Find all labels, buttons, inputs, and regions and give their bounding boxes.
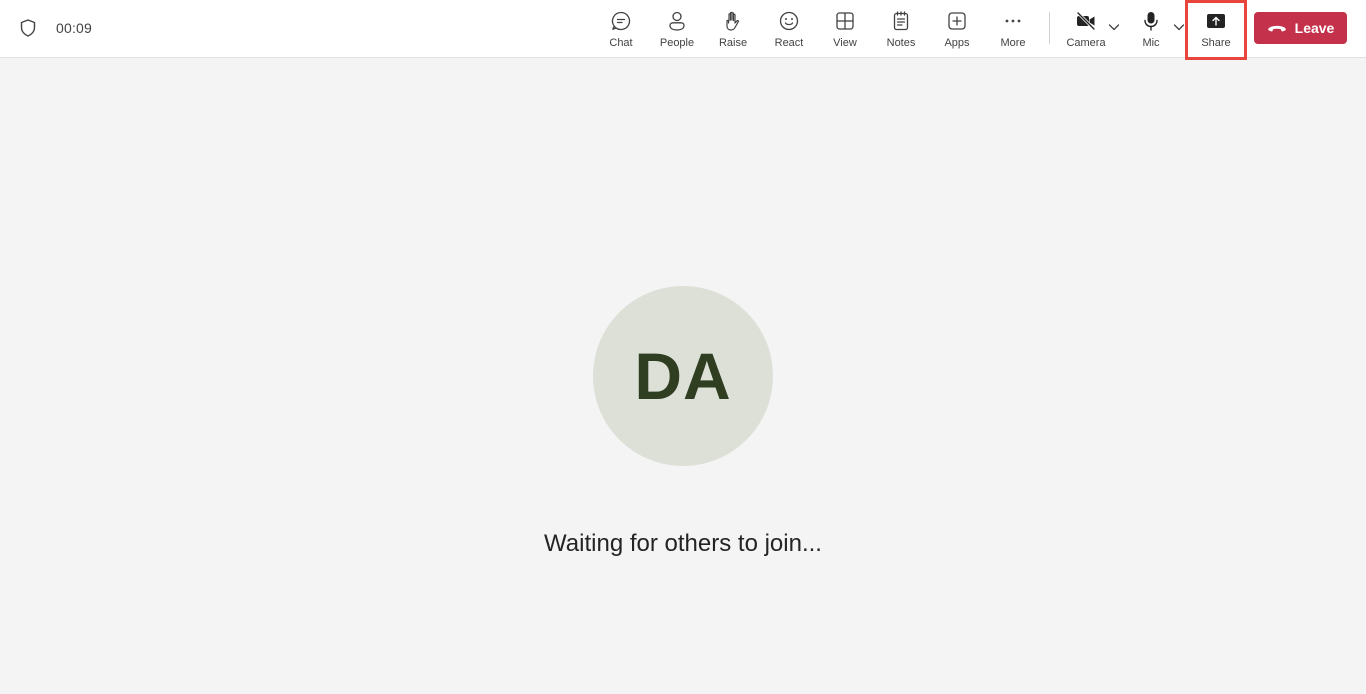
view-label: View [833,37,857,49]
chat-button[interactable]: Chat [597,6,645,52]
camera-options-chevron-icon[interactable] [1107,20,1121,34]
camera-button[interactable]: Camera [1062,6,1110,52]
more-button[interactable]: More [989,6,1037,52]
people-icon [669,11,685,31]
people-button[interactable]: People [653,6,701,52]
mic-button[interactable]: Mic [1127,6,1175,52]
ellipsis-icon [1005,19,1021,23]
camera-off-icon [1076,11,1096,31]
plus-square-icon [948,12,966,30]
notes-label: Notes [886,37,916,49]
mic-label: Mic [1142,37,1160,49]
chat-icon [611,11,631,31]
waiting-status-text: Waiting for others to join... [544,530,822,557]
more-label: More [1000,37,1026,49]
meeting-timer: 00:09 [56,20,93,36]
leave-label: Leave [1294,20,1335,36]
share-highlight-box [1185,0,1247,60]
shield-icon[interactable] [18,18,38,38]
camera-label: Camera [1066,37,1106,49]
avatar: DA [593,286,773,466]
notes-icon [893,11,909,31]
mic-options-chevron-icon[interactable] [1172,20,1186,34]
notes-button[interactable]: Notes [877,6,925,52]
react-label: React [774,37,804,49]
leave-button[interactable]: Leave [1254,12,1347,44]
apps-label: Apps [944,37,970,49]
view-button[interactable]: View [821,6,869,52]
raise-label: Raise [718,37,748,49]
toolbar-divider [1049,12,1050,44]
smiley-icon [779,11,799,31]
raise-hand-button[interactable]: Raise [709,6,757,52]
people-label: People [659,37,695,49]
raise-hand-icon [726,11,740,31]
react-button[interactable]: React [765,6,813,52]
apps-button[interactable]: Apps [933,6,981,52]
grid-icon [836,12,854,30]
meeting-toolbar: 00:09 Chat People Raise React View Notes… [0,0,1366,60]
chat-label: Chat [609,37,633,49]
phone-hangup-icon [1267,25,1286,32]
avatar-initials: DA [634,339,732,413]
mic-icon [1144,12,1158,31]
